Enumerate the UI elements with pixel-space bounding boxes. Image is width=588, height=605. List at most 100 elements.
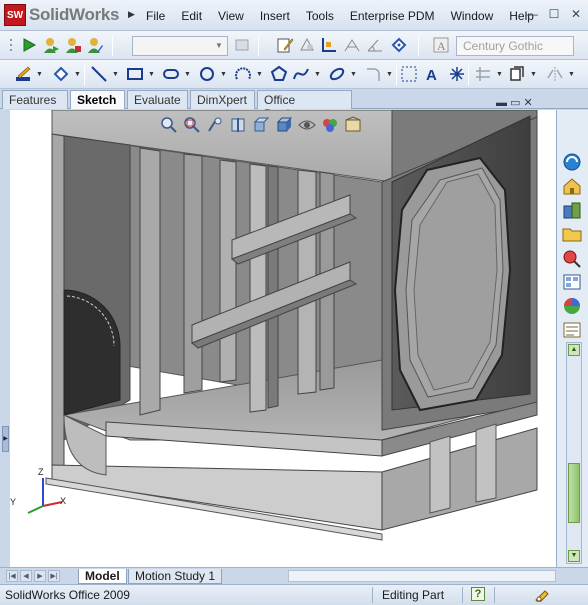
- convert-entities-icon[interactable]: [508, 65, 526, 83]
- vertical-scrollbar[interactable]: ▲ ▼: [566, 342, 582, 564]
- tab-model[interactable]: Model: [78, 569, 127, 584]
- chevron-down-icon[interactable]: ▼: [350, 71, 357, 78]
- point-icon[interactable]: [448, 65, 466, 83]
- chevron-down-icon[interactable]: ▼: [314, 71, 321, 78]
- expand-panel-icon[interactable]: ▶: [2, 426, 9, 452]
- tab-motion-study-1[interactable]: Motion Study 1: [128, 569, 223, 584]
- viewport-close-icon[interactable]: ✕: [524, 97, 533, 109]
- tab-dimxpert[interactable]: DimXpert: [190, 90, 255, 109]
- viewport-minimize-icon[interactable]: ▬: [496, 97, 507, 109]
- arc-icon[interactable]: [234, 65, 252, 83]
- scroll-down-icon[interactable]: ▼: [568, 550, 580, 562]
- home-icon[interactable]: [561, 176, 583, 196]
- graphics-area[interactable]: Z X Y: [10, 110, 556, 567]
- chevron-down-icon[interactable]: ▼: [184, 71, 191, 78]
- chevron-down-icon[interactable]: ▼: [36, 71, 43, 78]
- play-icon[interactable]: [20, 36, 38, 54]
- chevron-down-icon[interactable]: ▼: [530, 71, 537, 78]
- chevron-down-icon[interactable]: ▼: [256, 71, 263, 78]
- design-library-icon[interactable]: [561, 200, 583, 220]
- scroll-thumb[interactable]: [568, 463, 580, 523]
- smart-dimension-icon[interactable]: [52, 65, 70, 83]
- spline-icon[interactable]: [292, 65, 310, 83]
- horizontal-scrollbar[interactable]: [288, 570, 556, 582]
- view-palette-icon[interactable]: [561, 272, 583, 292]
- menu-tools[interactable]: Tools: [298, 7, 342, 25]
- tab-features[interactable]: Features: [2, 90, 68, 109]
- rectangle-icon[interactable]: [126, 65, 144, 83]
- circle-icon[interactable]: [198, 65, 216, 83]
- logo-mark: SW: [4, 4, 26, 26]
- close-button[interactable]: ✕: [568, 6, 584, 22]
- chevron-down-icon[interactable]: ▼: [112, 71, 119, 78]
- line-icon[interactable]: [90, 65, 108, 83]
- menu-enterprise-pdm[interactable]: Enterprise PDM: [342, 7, 443, 25]
- section-view-icon[interactable]: [229, 116, 247, 134]
- restore-button[interactable]: ☐: [546, 6, 562, 22]
- font-icon[interactable]: A: [432, 36, 450, 54]
- sketch-text-icon[interactable]: A: [424, 65, 442, 83]
- construction-geometry-icon[interactable]: [400, 65, 418, 83]
- previous-tab-icon[interactable]: ◀: [20, 570, 32, 582]
- chevron-down-icon[interactable]: ▼: [148, 71, 155, 78]
- rebuild-status-icon[interactable]: [534, 588, 550, 602]
- fillet-icon[interactable]: [364, 65, 382, 83]
- scroll-up-icon[interactable]: ▲: [568, 344, 580, 356]
- tag-icon[interactable]: [390, 36, 408, 54]
- first-tab-icon[interactable]: |◀: [6, 570, 18, 582]
- mirror-icon[interactable]: [546, 65, 564, 83]
- sketch-edit-icon[interactable]: [276, 36, 294, 54]
- run-macro-icon[interactable]: [42, 36, 60, 54]
- logo-flyout-arrow-icon[interactable]: ▶: [128, 9, 135, 20]
- last-tab-icon[interactable]: ▶|: [48, 570, 60, 582]
- dimension-icon[interactable]: [320, 36, 338, 54]
- next-tab-icon[interactable]: ▶: [34, 570, 46, 582]
- apply-scene-icon[interactable]: [344, 116, 362, 134]
- file-explorer-icon[interactable]: [561, 224, 583, 244]
- angle-icon[interactable]: [366, 36, 384, 54]
- chevron-down-icon[interactable]: ▼: [568, 71, 575, 78]
- record-macro-icon[interactable]: [64, 36, 82, 54]
- menu-edit[interactable]: Edit: [173, 7, 210, 25]
- hide-show-items-icon[interactable]: [298, 116, 316, 134]
- help-button[interactable]: ?: [471, 587, 485, 601]
- menu-view[interactable]: View: [210, 7, 252, 25]
- ellipse-icon[interactable]: [328, 65, 346, 83]
- slot-icon[interactable]: [162, 65, 180, 83]
- menu-window[interactable]: Window: [443, 7, 502, 25]
- chevron-down-icon[interactable]: ▼: [220, 71, 227, 78]
- polygon-icon[interactable]: [270, 65, 288, 83]
- chevron-down-icon[interactable]: ▼: [496, 71, 503, 78]
- viewport-restore-icon[interactable]: ▭: [510, 97, 520, 109]
- custom-properties-icon[interactable]: [561, 320, 583, 340]
- tab-sketch[interactable]: Sketch: [70, 90, 125, 109]
- menu-file[interactable]: File: [138, 7, 173, 25]
- edit-appearance-icon[interactable]: [321, 116, 339, 134]
- trim-entities-icon[interactable]: [474, 65, 492, 83]
- chevron-down-icon[interactable]: ▼: [74, 71, 81, 78]
- zoom-to-area-icon[interactable]: [183, 116, 201, 134]
- tab-office-products[interactable]: Office Products: [257, 90, 352, 121]
- appearance-icon[interactable]: [298, 36, 316, 54]
- minimize-button[interactable]: —: [524, 6, 540, 22]
- edit-macro-icon[interactable]: [86, 36, 104, 54]
- tab-evaluate[interactable]: Evaluate: [127, 90, 188, 109]
- zoom-to-fit-icon[interactable]: [160, 116, 178, 134]
- sketch-icon[interactable]: [14, 65, 32, 83]
- chevron-down-icon[interactable]: ▼: [386, 71, 393, 78]
- layer-combo[interactable]: ▼: [132, 36, 228, 56]
- solidworks-resources-icon[interactable]: [561, 152, 583, 172]
- appearances-icon[interactable]: [561, 296, 583, 316]
- triad-z-label: Z: [38, 467, 44, 477]
- menu-insert[interactable]: Insert: [252, 7, 298, 25]
- font-input[interactable]: Century Gothic: [456, 36, 574, 56]
- display-style-icon[interactable]: [275, 116, 293, 134]
- search-icon[interactable]: [561, 248, 583, 268]
- view-orientation-icon[interactable]: [252, 116, 270, 134]
- previous-view-icon[interactable]: [206, 116, 224, 134]
- relations-icon[interactable]: [343, 36, 361, 54]
- svg-text:A: A: [437, 39, 446, 53]
- menu-bar: File Edit View Insert Tools Enterprise P…: [138, 7, 542, 25]
- solidworks-logo[interactable]: SW SolidWorks: [4, 3, 120, 27]
- layer-properties-icon[interactable]: [233, 36, 251, 54]
